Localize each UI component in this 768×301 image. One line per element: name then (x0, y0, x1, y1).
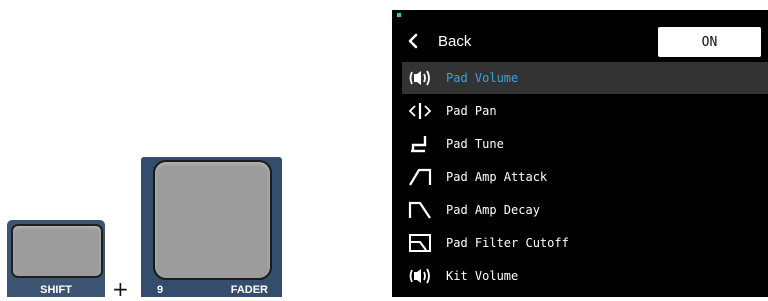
menu-item-pad-amp-attack[interactable]: Pad Amp Attack (402, 161, 768, 193)
speaker-icon (406, 265, 434, 287)
menu-item-pad-tune[interactable]: Pad Tune (402, 128, 768, 160)
pan-arrows-icon (406, 100, 434, 122)
shift-label: SHIFT (40, 284, 72, 296)
menu-item-label: Pad Tune (446, 137, 504, 151)
tune-step-icon (406, 133, 434, 155)
menu-item-label: Pad Amp Attack (446, 170, 548, 184)
menu-item-pad-filter-cutoff[interactable]: Pad Filter Cutoff (402, 227, 768, 259)
menu-item-pad-volume[interactable]: Pad Volume (402, 62, 768, 94)
chevron-left-icon (408, 33, 418, 49)
menu-item-pad-pan[interactable]: Pad Pan (402, 95, 768, 127)
fader-pad-surface (153, 160, 272, 280)
back-label: Back (438, 32, 472, 50)
attack-envelope-icon (406, 166, 434, 188)
decay-envelope-icon (406, 199, 434, 221)
pad-number-label: 9 (157, 284, 164, 296)
menu-item-label: Pad Amp Decay (446, 203, 540, 217)
device-screen: Back ON Pad Volume Pad Pan Pad Tune Pad … (392, 10, 768, 297)
shift-hardware-button[interactable]: SHIFT (7, 220, 105, 297)
status-led (397, 13, 401, 17)
filter-cutoff-icon (406, 232, 434, 254)
fader-label: FADER (230, 284, 268, 296)
shift-pad-surface (11, 224, 103, 278)
menu-item-label: Pad Volume (446, 71, 519, 85)
pad-9-fader-button[interactable]: 9 FADER (141, 157, 282, 297)
menu-item-label: Pad Filter Cutoff (446, 236, 569, 250)
on-toggle-button[interactable]: ON (658, 27, 761, 57)
menu-item-label: Pad Pan (446, 104, 497, 118)
menu-item-kit-volume[interactable]: Kit Volume (402, 260, 768, 292)
menu-item-pad-amp-decay[interactable]: Pad Amp Decay (402, 194, 768, 226)
menu-item-label: Kit Volume (446, 269, 519, 283)
back-button[interactable]: Back (406, 27, 471, 55)
speaker-icon (406, 67, 434, 89)
plus-sign: + (112, 277, 129, 301)
